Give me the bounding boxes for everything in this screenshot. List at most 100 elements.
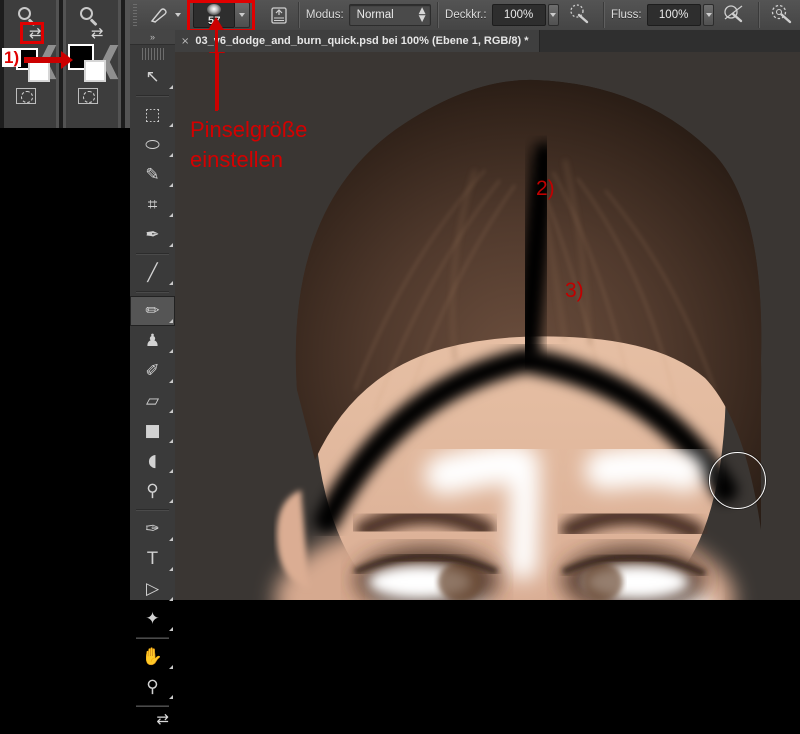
brush-size-callout-arrow	[215, 29, 218, 111]
opacity-field[interactable]: 100%	[492, 4, 546, 26]
brush-tool-icon: ✏	[145, 303, 159, 320]
mode-select[interactable]: Normal ▲▼	[349, 4, 432, 26]
tool-more-indicator	[169, 499, 173, 503]
tools-panel-collapse[interactable]: »	[130, 30, 175, 45]
dodge-tool-icon: ⚲	[146, 483, 158, 500]
tool-rectangular-marquee-tool[interactable]: ⬚	[130, 100, 175, 130]
inset-step-label: 1)	[2, 48, 21, 67]
tool-crop-tool[interactable]: ⌗	[130, 190, 175, 220]
tool-spot-healing-brush-tool[interactable]: ╱	[130, 258, 175, 288]
tools-divider	[136, 253, 169, 255]
tool-gradient-tool[interactable]: ■	[130, 416, 175, 446]
tool-eyedropper-tool[interactable]: ✒	[130, 220, 175, 250]
document-tab-bar: × 03_v6_dodge_and_burn_quick.psd bei 100…	[175, 30, 800, 53]
tool-zoom-tool[interactable]: ⚲	[130, 672, 175, 702]
airbrush-icon[interactable]	[722, 3, 748, 27]
inset-panel-after: ⇄ ❰	[66, 0, 118, 128]
tool-move-tool[interactable]: ↖	[130, 62, 175, 92]
default-colors-icon[interactable]	[70, 28, 84, 42]
tools-divider	[136, 291, 169, 293]
lasso-tool-icon: ⬭	[145, 137, 160, 154]
background-color-chip-after[interactable]	[84, 60, 106, 82]
color-swatch-zoom-inset: ⇄ ❰ ⇄ ❰ 1)	[0, 0, 130, 128]
rectangular-marquee-tool-icon: ⬚	[144, 107, 160, 124]
tools-divider	[136, 95, 169, 97]
tool-more-indicator	[169, 123, 173, 127]
document-tab-title: 03_v6_dodge_and_burn_quick.psd bei 100% …	[195, 35, 528, 47]
pressure-opacity-icon[interactable]	[567, 3, 593, 27]
quick-mask-icon[interactable]	[16, 88, 36, 104]
mode-label: Modus:	[306, 9, 344, 21]
inset-step-arrow	[24, 57, 62, 63]
callout-text-line1: Pinselgröße	[190, 117, 307, 143]
tool-history-brush-tool[interactable]: ✐	[130, 356, 175, 386]
tool-more-indicator	[169, 665, 173, 669]
tools-divider	[136, 705, 169, 707]
close-icon[interactable]: ×	[181, 36, 189, 47]
eyedropper-tool-icon: ✒	[145, 227, 159, 244]
background-color-chip-before[interactable]	[28, 60, 50, 82]
tool-brush-tool[interactable]: ✏	[130, 296, 175, 326]
tool-more-indicator	[169, 243, 173, 247]
tools-divider	[136, 637, 169, 639]
swap-colors-icon[interactable]: ⇄	[91, 26, 105, 40]
tool-lasso-tool[interactable]: ⬭	[130, 130, 175, 160]
mode-spinner-icon: ▲▼	[419, 7, 426, 23]
tool-custom-shape-tool[interactable]: ✦	[130, 604, 175, 634]
tool-dodge-tool[interactable]: ⚲	[130, 476, 175, 506]
type-tool-icon: T	[147, 551, 157, 568]
pressure-size-icon[interactable]	[770, 3, 796, 27]
options-bar-grip[interactable]	[133, 4, 137, 26]
clone-stamp-tool-icon: ♟	[145, 333, 160, 350]
flow-field[interactable]: 100%	[647, 4, 701, 26]
tool-more-indicator	[169, 695, 173, 699]
pen-tool-icon: ✑	[145, 521, 159, 538]
tool-more-indicator	[169, 153, 173, 157]
opacity-chevron-down-icon[interactable]	[548, 4, 560, 26]
move-tool-icon: ↖	[145, 69, 159, 86]
spot-healing-brush-tool-icon: ╱	[147, 265, 157, 282]
tool-more-indicator	[169, 349, 173, 353]
flow-label: Fluss:	[611, 9, 642, 21]
tool-eraser-tool[interactable]: ▱	[130, 386, 175, 416]
tools-panel-grip[interactable]	[142, 48, 164, 60]
tool-more-indicator	[169, 85, 173, 89]
gradient-tool-icon: ■	[144, 423, 160, 440]
tool-clone-stamp-tool[interactable]: ♟	[130, 326, 175, 356]
document-tab[interactable]: × 03_v6_dodge_and_burn_quick.psd bei 100…	[175, 30, 540, 52]
flow-chevron-down-icon[interactable]	[703, 4, 715, 26]
tool-more-indicator	[169, 439, 173, 443]
photoshop-window: ⇄ ❰ ⇄ ❰ 1)	[0, 0, 800, 600]
eraser-tool-icon: ▱	[146, 393, 159, 410]
tool-more-indicator	[169, 183, 173, 187]
step-3-label: 3)	[565, 279, 584, 303]
tool-more-indicator	[169, 597, 173, 601]
tools-divider	[136, 509, 169, 511]
tools-panel: » ↖⬚⬭✎⌗✒╱✏♟✐▱■◖⚲✑T▷✦✋⚲ ⇄	[130, 30, 176, 600]
tool-more-indicator	[169, 567, 173, 571]
tool-hand-tool[interactable]: ✋	[130, 642, 175, 672]
tool-more-indicator	[169, 537, 173, 541]
callout-text-line2: einstellen	[190, 147, 283, 173]
tool-more-indicator	[169, 379, 173, 383]
tool-more-indicator	[169, 319, 173, 323]
tool-quick-selection-tool[interactable]: ✎	[130, 160, 175, 190]
custom-shape-tool-icon: ✦	[145, 611, 159, 628]
tool-more-indicator	[169, 409, 173, 413]
options-bar: 57 Modus: Normal ▲▼ Deckkr.: 100%	[130, 0, 800, 31]
image-canvas[interactable]: Pinselgröße einstellen 2) 3)	[175, 52, 800, 600]
path-selection-tool-icon: ▷	[146, 581, 159, 598]
history-brush-tool-icon: ✐	[145, 363, 159, 380]
quick-selection-tool-icon: ✎	[145, 167, 159, 184]
tool-type-tool[interactable]: T	[130, 544, 175, 574]
opacity-label: Deckkr.:	[445, 9, 487, 21]
step-2-label: 2)	[536, 177, 555, 201]
preset-chevron-down-icon[interactable]	[175, 13, 181, 17]
tool-blur-tool[interactable]: ◖	[130, 446, 175, 476]
quick-mask-icon[interactable]	[78, 88, 98, 104]
blur-tool-icon: ◖	[148, 453, 157, 470]
tool-pen-tool[interactable]: ✑	[130, 514, 175, 544]
foreground-background-color[interactable]: ⇄	[130, 710, 175, 734]
brush-panel-icon[interactable]	[266, 4, 292, 26]
brush-preset-icon[interactable]	[147, 4, 173, 26]
